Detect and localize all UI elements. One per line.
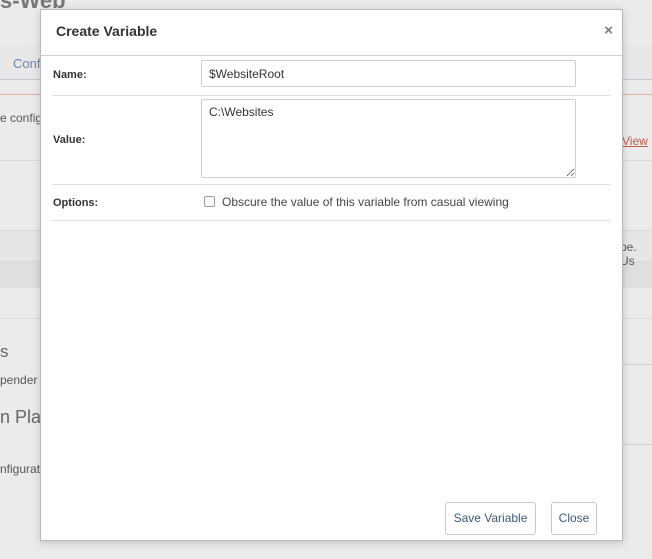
background-divider bbox=[622, 364, 652, 365]
background-text: pender bbox=[0, 373, 38, 387]
value-row: Value: C:\Websites bbox=[52, 96, 611, 185]
close-icon[interactable]: × bbox=[604, 22, 613, 39]
obscure-checkbox[interactable] bbox=[204, 196, 215, 207]
create-variable-dialog: Create Variable × Name: Value: C:\Websit… bbox=[40, 9, 623, 541]
background-heading: s bbox=[0, 342, 9, 361]
background-divider bbox=[622, 444, 652, 445]
value-label: Value: bbox=[53, 134, 86, 146]
dialog-title: Create Variable bbox=[56, 23, 158, 39]
name-label: Name: bbox=[53, 69, 87, 81]
save-variable-button[interactable]: Save Variable bbox=[445, 502, 536, 535]
name-row: Name: bbox=[52, 56, 611, 96]
options-label: Options: bbox=[53, 197, 99, 209]
options-row: Options: Obscure the value of this varia… bbox=[52, 185, 611, 221]
close-button[interactable]: Close bbox=[551, 502, 597, 535]
background-text: pe. Us bbox=[620, 240, 637, 268]
background-view-link: View bbox=[622, 134, 648, 148]
obscure-checkbox-label[interactable]: Obscure the value of this variable from … bbox=[222, 195, 509, 209]
background-tab: Conf bbox=[13, 56, 41, 71]
name-input[interactable] bbox=[201, 60, 576, 87]
background-text: nfigurat bbox=[0, 462, 41, 476]
background-text: e config bbox=[0, 111, 43, 125]
value-textarea[interactable]: C:\Websites bbox=[201, 99, 576, 178]
